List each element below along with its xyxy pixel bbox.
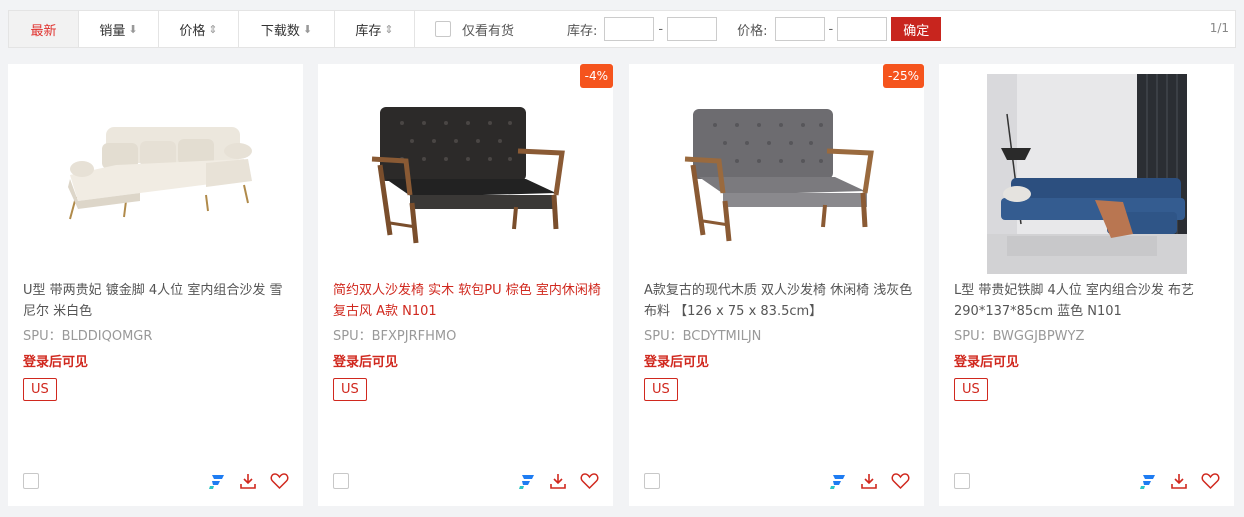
discount-badge: -4% xyxy=(579,64,613,88)
arrow-down-icon: ⬇ xyxy=(128,22,138,36)
sort-stock-button[interactable]: 库存 ⇕ xyxy=(335,11,415,47)
product-image[interactable] xyxy=(939,64,1234,284)
product-card[interactable]: -4% 简约双人沙发椅 实木 软包PU 棕色 室内休闲椅 复古风 A款 N101… xyxy=(318,64,613,506)
page-indicator: 1/1 xyxy=(1209,21,1229,35)
download-icon[interactable] xyxy=(547,470,569,492)
price-max-input[interactable] xyxy=(837,17,888,41)
product-title[interactable]: U型 带两贵妃 镀金脚 4人位 室内组合沙发 雪尼尔 米白色 xyxy=(23,280,295,322)
product-title[interactable]: L型 带贵妃铁脚 4人位 室内组合沙发 布艺 290*137*85cm 蓝色 N… xyxy=(954,280,1226,322)
select-checkbox[interactable] xyxy=(644,473,660,489)
product-card[interactable]: U型 带两贵妃 镀金脚 4人位 室内组合沙发 雪尼尔 米白色 SPU：BLDDI… xyxy=(8,64,303,506)
sort-sales-button[interactable]: 销量 ⬇ xyxy=(79,11,159,47)
sort-label: 销量 xyxy=(99,23,126,39)
filter-bar: 最新 销量 ⬇ 价格 ⇕ 下载数 ⬇ 库存 ⇕ 仅看有货 库存: - 价格: -… xyxy=(8,10,1236,48)
sort-price-button[interactable]: 价格 ⇕ xyxy=(159,11,239,47)
heart-icon[interactable] xyxy=(889,470,911,492)
sort-label: 价格 xyxy=(179,23,206,39)
region-tag: US xyxy=(644,378,678,401)
login-to-view-price[interactable]: 登录后可见 xyxy=(23,351,88,370)
discount-badge: -25% xyxy=(882,64,924,88)
product-title[interactable]: A款复古的现代木质 双人沙发椅 休闲椅 浅灰色布料 【126 x 75 x 83… xyxy=(644,280,916,322)
select-checkbox[interactable] xyxy=(333,473,349,489)
range-dash: - xyxy=(658,21,664,37)
download-icon[interactable] xyxy=(858,470,880,492)
product-spu: SPU：BCDYTMILJN xyxy=(644,329,762,344)
download-icon[interactable] xyxy=(237,470,259,492)
region-tag: US xyxy=(23,378,57,401)
login-to-view-price[interactable]: 登录后可见 xyxy=(333,351,398,370)
sort-label: 库存 xyxy=(355,23,382,39)
arrow-down-icon: ⬇ xyxy=(302,22,313,36)
logo-f-icon[interactable] xyxy=(516,470,538,492)
stock-max-input[interactable] xyxy=(667,17,718,41)
sort-newest-button[interactable]: 最新 xyxy=(9,11,79,47)
heart-icon[interactable] xyxy=(1199,470,1221,492)
price-range-label: 价格: xyxy=(737,23,768,39)
product-card[interactable]: L型 带贵妃铁脚 4人位 室内组合沙发 布艺 290*137*85cm 蓝色 N… xyxy=(939,64,1234,506)
logo-f-icon[interactable] xyxy=(1137,470,1159,492)
product-spu: SPU：BLDDIQOMGR xyxy=(23,329,153,344)
confirm-button[interactable]: 确定 xyxy=(891,17,942,41)
region-tag: US xyxy=(333,378,367,401)
heart-icon[interactable] xyxy=(268,470,290,492)
heart-icon[interactable] xyxy=(578,470,600,492)
product-card[interactable]: -25% A款复古的现代木质 双人沙发椅 休闲椅 浅灰色布料 【126 x 75… xyxy=(629,64,924,506)
select-checkbox[interactable] xyxy=(954,473,970,489)
only-in-stock-toggle[interactable]: 仅看有货 xyxy=(435,20,514,39)
login-to-view-price[interactable]: 登录后可见 xyxy=(644,351,709,370)
price-min-input[interactable] xyxy=(774,17,825,41)
stock-min-input[interactable] xyxy=(604,17,655,41)
sort-updown-icon: ⇕ xyxy=(384,22,394,36)
range-dash: - xyxy=(828,21,834,37)
sort-downloads-button[interactable]: 下载数 ⬇ xyxy=(239,11,335,47)
sort-label: 最新 xyxy=(30,23,57,39)
logo-f-icon[interactable] xyxy=(827,470,849,492)
product-spu: SPU：BWGGJBPWYZ xyxy=(954,329,1085,344)
select-checkbox[interactable] xyxy=(23,473,39,489)
product-spu: SPU：BFXPJRFHMO xyxy=(333,329,457,344)
stock-range-label: 库存: xyxy=(567,23,598,39)
product-image[interactable] xyxy=(8,64,303,284)
login-to-view-price[interactable]: 登录后可见 xyxy=(954,351,1019,370)
only-in-stock-label: 仅看有货 xyxy=(462,23,515,39)
sort-label: 下载数 xyxy=(260,23,300,39)
product-title[interactable]: 简约双人沙发椅 实木 软包PU 棕色 室内休闲椅 复古风 A款 N101 xyxy=(333,280,605,322)
region-tag: US xyxy=(954,378,988,401)
download-icon[interactable] xyxy=(1168,470,1190,492)
product-image[interactable] xyxy=(318,64,613,284)
product-image[interactable] xyxy=(629,64,924,284)
only-in-stock-checkbox[interactable] xyxy=(435,21,451,37)
logo-f-icon[interactable] xyxy=(206,470,228,492)
sort-updown-icon: ⇕ xyxy=(208,22,218,36)
